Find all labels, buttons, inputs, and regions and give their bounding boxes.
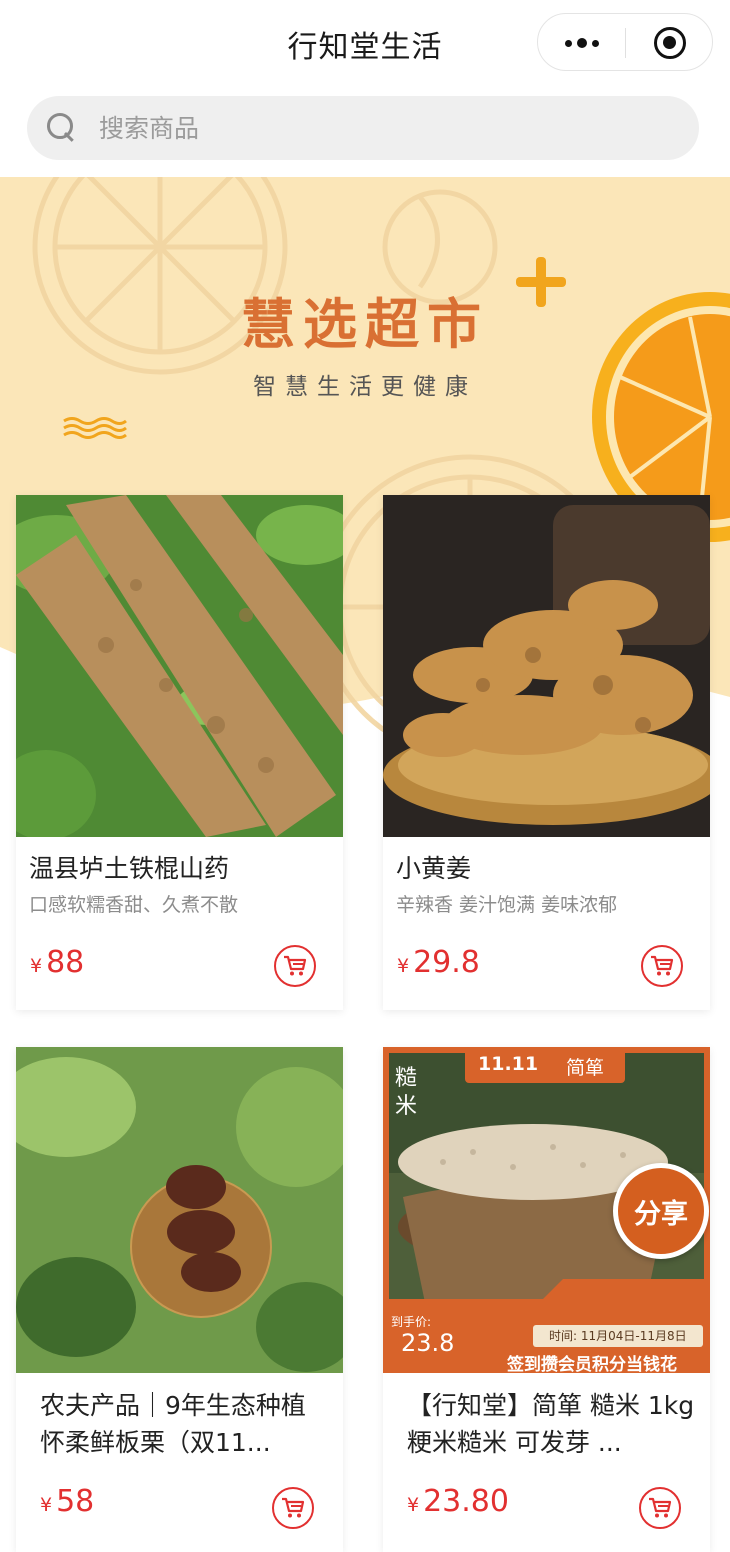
price-value: 58: [56, 1484, 95, 1519]
product-image-ginger[interactable]: [383, 495, 710, 837]
plus-icon: [516, 257, 566, 307]
product-card[interactable]: 温县垆土铁棍山药 口感软糯香甜、久煮不散 ¥88: [16, 495, 343, 1010]
currency-symbol: ¥: [407, 1494, 420, 1516]
currency-symbol: ¥: [30, 955, 43, 977]
product-name: 温县垆土铁棍山药: [29, 854, 230, 883]
currency-symbol: ¥: [40, 1494, 53, 1516]
overlay-price-value: 23.8: [401, 1329, 455, 1357]
price-value: 88: [46, 945, 85, 980]
overlay-tag: 11.11: [478, 1053, 539, 1075]
product-price: ¥88: [30, 945, 84, 980]
target-close-icon[interactable]: [654, 27, 686, 59]
more-dots-icon[interactable]: [560, 32, 604, 54]
cart-icon[interactable]: [641, 945, 683, 987]
product-image-chestnut[interactable]: [16, 1047, 343, 1373]
product-price: ¥58: [40, 1484, 94, 1519]
cart-icon[interactable]: [639, 1487, 681, 1529]
overlay-side-label: 糙米: [395, 1066, 418, 1119]
overlay-time: 时间: 11月04日-11月8日: [549, 1329, 687, 1343]
search-input[interactable]: [97, 96, 657, 160]
price-value: 29.8: [413, 945, 480, 980]
currency-symbol: ¥: [397, 955, 410, 977]
product-image-yam[interactable]: [16, 495, 343, 837]
price-value: 23.80: [423, 1484, 509, 1519]
product-card[interactable]: 农夫产品｜9年生态种植怀柔鲜板栗（双11... ¥58: [16, 1047, 343, 1552]
capsule-divider: [625, 28, 626, 58]
product-image-rice[interactable]: 11.11 简箪 糙米 到手价: 23.8 时间: 11月04日-11月8日 签…: [383, 1047, 710, 1373]
wave-icon: [63, 417, 127, 439]
cart-icon[interactable]: [274, 945, 316, 987]
product-desc: 口感软糯香甜、久煮不散: [29, 894, 239, 916]
product-card[interactable]: 小黄姜 辛辣香 姜汁饱满 姜味浓郁 ¥29.8: [383, 495, 710, 1010]
product-name: 农夫产品｜9年生态种植怀柔鲜板栗（双11...: [40, 1391, 306, 1457]
product-card[interactable]: 11.11 简箪 糙米 到手价: 23.8 时间: 11月04日-11月8日 签…: [383, 1047, 710, 1552]
product-desc: 辛辣香 姜汁饱满 姜味浓郁: [396, 894, 618, 916]
top-bar: 行知堂生活: [0, 0, 730, 88]
product-price: ¥29.8: [397, 945, 480, 980]
overlay-slogan: 签到攒会员积分当钱花: [507, 1355, 677, 1373]
search-icon: [47, 113, 77, 143]
share-button[interactable]: 分享: [613, 1163, 709, 1259]
mini-program-capsule: [537, 13, 713, 71]
cart-icon[interactable]: [272, 1487, 314, 1529]
search-bar[interactable]: [27, 96, 699, 160]
overlay-price-label: 到手价:: [391, 1315, 432, 1329]
product-name: 小黄姜: [396, 854, 472, 883]
overlay-brand: 简箪: [566, 1057, 605, 1079]
product-name: 【行知堂】简箪 糙米 1kg 粳米糙米 可发芽 ...: [407, 1391, 695, 1457]
product-price: ¥23.80: [407, 1484, 509, 1519]
